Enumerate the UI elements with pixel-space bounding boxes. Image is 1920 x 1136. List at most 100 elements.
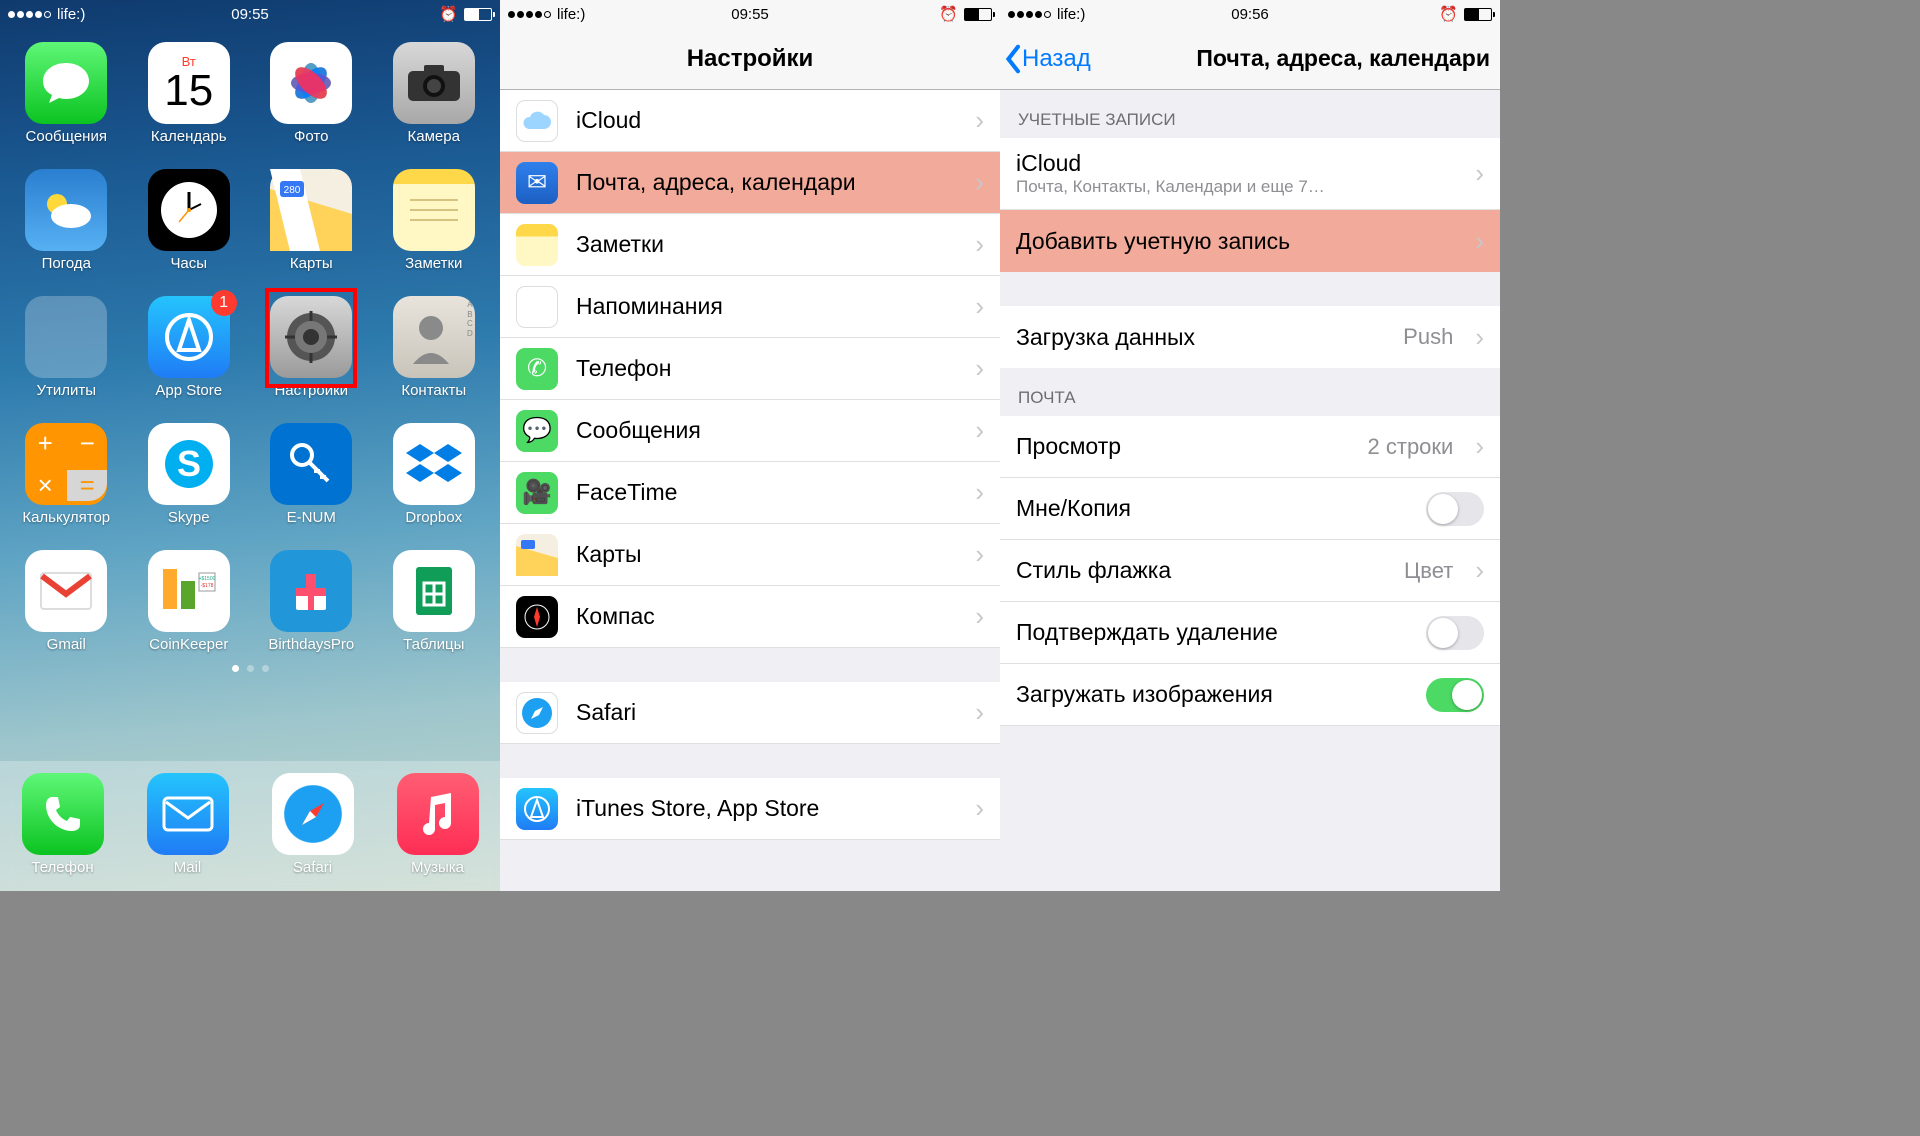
row-confirm-delete[interactable]: Подтверждать удаление (1000, 602, 1500, 664)
status-time: 09:55 (231, 6, 269, 23)
app-calendar[interactable]: Вт 15 Календарь (139, 42, 239, 145)
calculator-icon: + − × = (25, 423, 107, 505)
chevron-right-icon: › (975, 167, 984, 198)
app-weather[interactable]: Погода (16, 169, 116, 272)
chevron-right-icon: › (975, 229, 984, 260)
settings-list[interactable]: iCloud › ✉︎ Почта, адреса, календари › З… (500, 90, 1000, 840)
app-label: Музыка (388, 859, 488, 876)
appstore-icon (516, 788, 558, 830)
app-label: Таблицы (384, 636, 484, 653)
row-cc[interactable]: Мне/Копия (1000, 478, 1500, 540)
status-bar: life:) 09:55 ⏰ (0, 0, 500, 28)
app-appstore[interactable]: 1 App Store (139, 296, 239, 399)
app-birthdays[interactable]: BirthdaysPro (261, 550, 361, 653)
row-messages[interactable]: 💬 Сообщения › (500, 400, 1000, 462)
row-label: Стиль флажка (1016, 557, 1386, 584)
carrier-label: life:) (1057, 6, 1085, 23)
back-label: Назад (1022, 45, 1091, 73)
row-icloud-account[interactable]: iCloud Почта, Контакты, Календари и еще … (1000, 138, 1500, 210)
switch-on[interactable] (1426, 678, 1484, 712)
row-fetch[interactable]: Загрузка данных Push › (1000, 306, 1500, 368)
row-reminders[interactable]: Напоминания › (500, 276, 1000, 338)
status-bar: life:) 09:56 ⏰ (1000, 0, 1500, 28)
status-time: 09:56 (1231, 6, 1269, 23)
row-mail[interactable]: ✉︎ Почта, адреса, календари › (500, 152, 1000, 214)
row-value: Push (1403, 324, 1453, 350)
row-icloud[interactable]: iCloud › (500, 90, 1000, 152)
status-time: 09:55 (731, 6, 769, 23)
gmail-icon (25, 550, 107, 632)
row-sublabel: Почта, Контакты, Календари и еще 7… (1016, 177, 1457, 197)
chevron-right-icon: › (975, 353, 984, 384)
app-label: Сообщения (16, 128, 116, 145)
page-indicator[interactable] (0, 659, 500, 677)
app-coinkeeper[interactable]: +$1500-$178 CoinKeeper (139, 550, 239, 653)
app-maps[interactable]: 280 Карты (261, 169, 361, 272)
app-skype[interactable]: S Skype (139, 423, 239, 526)
row-label: iCloud (1016, 150, 1457, 177)
app-label: CoinKeeper (139, 636, 239, 653)
svg-text:+$1500: +$1500 (198, 576, 215, 582)
navbar-title: Почта, адреса, календари (1196, 45, 1490, 72)
row-label: Подтверждать удаление (1016, 619, 1408, 646)
mail-list[interactable]: УЧЕТНЫЕ ЗАПИСИ iCloud Почта, Контакты, К… (1000, 90, 1500, 726)
row-notes[interactable]: Заметки › (500, 214, 1000, 276)
maps-icon: 280 (270, 169, 352, 251)
carrier-label: life:) (57, 6, 85, 23)
row-value: Цвет (1404, 558, 1453, 584)
app-dropbox[interactable]: Dropbox (384, 423, 484, 526)
row-safari[interactable]: Safari › (500, 682, 1000, 744)
section-mail: ПОЧТА (1000, 368, 1500, 416)
row-label: Просмотр (1016, 433, 1350, 460)
weather-icon (25, 169, 107, 251)
status-bar: life:) 09:55 ⏰ (500, 0, 1000, 28)
switch-off[interactable] (1426, 492, 1484, 526)
switch-off[interactable] (1426, 616, 1484, 650)
app-utilities-folder[interactable]: Утилиты (16, 296, 116, 399)
app-enum[interactable]: E-NUM (261, 423, 361, 526)
row-label: Карты (576, 541, 957, 568)
row-preview[interactable]: Просмотр 2 строки › (1000, 416, 1500, 478)
row-label: iCloud (576, 107, 957, 134)
app-calculator[interactable]: + − × = Калькулятор (16, 423, 116, 526)
navbar-title: Настройки (687, 45, 814, 73)
app-label: E-NUM (261, 509, 361, 526)
row-label: Сообщения (576, 417, 957, 444)
icloud-icon (516, 100, 558, 142)
app-gmail[interactable]: Gmail (16, 550, 116, 653)
enum-icon (270, 423, 352, 505)
back-button[interactable]: Назад (1000, 44, 1091, 74)
dropbox-icon (393, 423, 475, 505)
app-camera[interactable]: Камера (384, 42, 484, 145)
row-phone[interactable]: ✆ Телефон › (500, 338, 1000, 400)
chevron-right-icon: › (975, 539, 984, 570)
app-label: Карты (261, 255, 361, 272)
mail-icon (147, 773, 229, 855)
row-itunes[interactable]: iTunes Store, App Store › (500, 778, 1000, 840)
row-compass[interactable]: Компас › (500, 586, 1000, 648)
chevron-right-icon: › (1475, 555, 1484, 586)
app-contacts[interactable]: ABCD Контакты (384, 296, 484, 399)
row-load-images[interactable]: Загружать изображения (1000, 664, 1500, 726)
alarm-icon: ⏰ (439, 5, 458, 23)
chevron-right-icon: › (975, 291, 984, 322)
alarm-icon: ⏰ (1439, 5, 1458, 23)
row-facetime[interactable]: 🎥 FaceTime › (500, 462, 1000, 524)
dock-music[interactable]: Музыка (388, 773, 488, 876)
dock-mail[interactable]: Mail (138, 773, 238, 876)
row-flag[interactable]: Стиль флажка Цвет › (1000, 540, 1500, 602)
app-settings[interactable]: Настройки (261, 296, 361, 399)
app-clock[interactable]: Часы (139, 169, 239, 272)
app-tables[interactable]: Таблицы (384, 550, 484, 653)
app-label: Телефон (13, 859, 113, 876)
row-maps[interactable]: Карты › (500, 524, 1000, 586)
dock-phone[interactable]: Телефон (13, 773, 113, 876)
app-label: Камера (384, 128, 484, 145)
battery-icon (964, 8, 992, 21)
dock-safari[interactable]: Safari (263, 773, 363, 876)
row-add-account[interactable]: Добавить учетную запись › (1000, 210, 1500, 272)
app-messages[interactable]: Сообщения (16, 42, 116, 145)
app-photos[interactable]: Фото (261, 42, 361, 145)
badge: 1 (211, 290, 237, 316)
app-notes[interactable]: Заметки (384, 169, 484, 272)
